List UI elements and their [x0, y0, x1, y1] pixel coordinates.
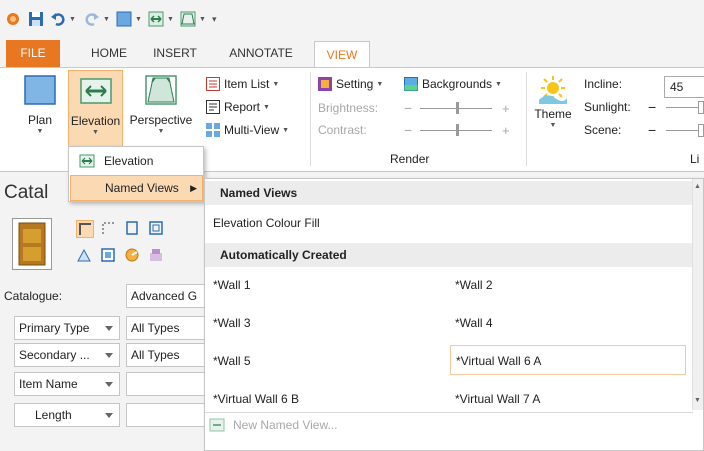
sunlight-thumb[interactable] [698, 101, 704, 114]
brightness-label: Brightness: [318, 101, 379, 115]
elevation-small-icon [70, 154, 104, 168]
redo-icon[interactable]: ▼ [84, 10, 110, 28]
named-views-gallery: Named Views Elevation Colour Fill Automa… [204, 178, 704, 451]
new-view-icon [209, 418, 225, 432]
door-shape-icon[interactable] [124, 220, 142, 238]
cabinet-thumbnail[interactable] [12, 218, 52, 270]
tab-annotate[interactable]: ANNOTATE [224, 40, 298, 67]
setting-icon [318, 77, 332, 91]
furniture-shape-icon[interactable] [148, 247, 166, 265]
report-button[interactable]: Report ▼ [206, 97, 270, 117]
sunlight-label: Sunlight: [584, 100, 631, 114]
menu-item-elevation[interactable]: Elevation [70, 148, 203, 174]
brightness-thumb[interactable] [456, 102, 459, 114]
item-name-input[interactable] [126, 372, 204, 396]
auto-view-item[interactable]: *Wall 5 [208, 346, 444, 376]
item-name-dropdown[interactable]: Item Name [14, 372, 120, 396]
elevation-menu: Elevation Named Views ▶ [68, 146, 204, 202]
auto-view-item[interactable]: *Virtual Wall 7 A [450, 384, 686, 414]
app-logo-icon[interactable] [6, 10, 20, 28]
ribbon-separator [310, 72, 311, 166]
contrast-decrease[interactable]: − [404, 120, 412, 140]
scene-decrease[interactable]: − [648, 120, 656, 140]
appliance-shape-icon[interactable] [124, 247, 142, 265]
contrast-thumb[interactable] [456, 124, 459, 136]
corner-shape-icon[interactable] [76, 220, 94, 238]
plan-view-icon[interactable]: ▼ [116, 10, 142, 28]
catalogue-label: Catalogue: [4, 289, 63, 303]
scene-thumb[interactable] [698, 124, 704, 137]
perspective-view-icon[interactable]: ▼ [180, 10, 206, 28]
auto-view-item[interactable]: *Virtual Wall 6 B [208, 384, 444, 414]
length-dropdown[interactable]: Length [14, 403, 120, 427]
scroll-up-icon[interactable]: ▲ [694, 183, 701, 190]
gallery-scrollbar[interactable]: ▲ ▼ [692, 179, 703, 410]
triangle-shape-icon[interactable] [76, 247, 94, 265]
primary-type-value[interactable]: All Types [126, 316, 204, 340]
scroll-down-icon[interactable]: ▼ [694, 397, 701, 404]
length-input[interactable] [126, 403, 204, 427]
plan-icon [24, 75, 56, 105]
auto-created-header: Automatically Created [205, 243, 693, 267]
brightness-decrease[interactable]: − [404, 98, 412, 118]
auto-view-item[interactable]: *Wall 2 [450, 270, 686, 300]
submenu-arrow-icon: ▶ [190, 182, 197, 193]
secondary-type-dropdown[interactable]: Secondary ... [14, 343, 120, 367]
plan-button[interactable]: Plan ▼ [18, 74, 62, 135]
menu-item-named-views[interactable]: Named Views ▶ [70, 175, 203, 201]
ribbon-tabs: FILE HOME INSERT ANNOTATE VIEW [0, 36, 704, 68]
auto-view-item-selected[interactable]: *Virtual Wall 6 A [450, 345, 686, 375]
tab-file[interactable]: FILE [6, 40, 60, 67]
save-icon[interactable] [28, 10, 44, 28]
tab-insert[interactable]: INSERT [150, 40, 200, 67]
sunlight-decrease[interactable]: − [648, 97, 656, 117]
backgrounds-icon [404, 77, 418, 91]
undo-icon[interactable]: ▼ [50, 10, 76, 28]
panel-title: Catal [4, 182, 49, 203]
elevation-view-icon[interactable]: ▼ [148, 10, 174, 28]
window-shape-icon[interactable] [148, 220, 166, 238]
brightness-increase[interactable]: + [502, 98, 510, 118]
elevation-icon [79, 78, 112, 104]
multi-view-icon [206, 123, 220, 137]
multi-view-button[interactable]: Multi-View ▼ [206, 120, 289, 140]
ribbon-separator [526, 72, 527, 166]
backgrounds-button[interactable]: Backgrounds ▼ [404, 74, 502, 94]
auto-view-item[interactable]: *Wall 4 [450, 308, 686, 338]
dotted-shape-icon[interactable] [100, 220, 118, 238]
scene-label: Scene: [584, 123, 622, 137]
setting-button[interactable]: Setting ▼ [318, 74, 383, 94]
auto-view-item[interactable]: *Wall 1 [208, 270, 444, 300]
named-view-item[interactable]: Elevation Colour Fill [208, 208, 320, 238]
new-named-view-button[interactable]: New Named View... [205, 412, 693, 436]
incline-input[interactable]: 45 [664, 76, 704, 98]
perspective-button[interactable]: Perspective ▼ [126, 74, 196, 135]
incline-label: Incline: [584, 77, 623, 91]
quick-access-toolbar: ▼ ▼ ▼ ▼ ▼ ▾ [0, 0, 704, 36]
item-list-button[interactable]: Item List ▼ [206, 74, 279, 94]
report-icon [206, 100, 220, 114]
lighting-group-label: Li [690, 152, 700, 166]
auto-view-item[interactable]: *Wall 3 [208, 308, 444, 338]
perspective-icon [145, 75, 177, 105]
secondary-type-value[interactable]: All Types [126, 343, 204, 367]
contrast-label: Contrast: [318, 123, 367, 137]
primary-type-dropdown[interactable]: Primary Type [14, 316, 120, 340]
named-views-header: Named Views [205, 181, 693, 205]
elevation-button[interactable]: Elevation ▼ [68, 70, 123, 150]
tab-view[interactable]: VIEW [314, 41, 370, 68]
contrast-increase[interactable]: + [502, 120, 510, 140]
catalogue-panel: Catal Catalogue: Advanced G Primary Type… [0, 172, 204, 451]
tab-home[interactable]: HOME [84, 40, 134, 67]
sun-icon [539, 76, 567, 104]
list-icon [206, 77, 220, 91]
render-group-label: Render [390, 152, 430, 166]
customize-toolbar-icon[interactable]: ▾ [212, 10, 217, 28]
catalogue-select[interactable]: Advanced G [126, 284, 204, 308]
panel-shape-icon[interactable] [100, 247, 118, 265]
theme-button[interactable]: Theme ▼ [534, 74, 572, 129]
